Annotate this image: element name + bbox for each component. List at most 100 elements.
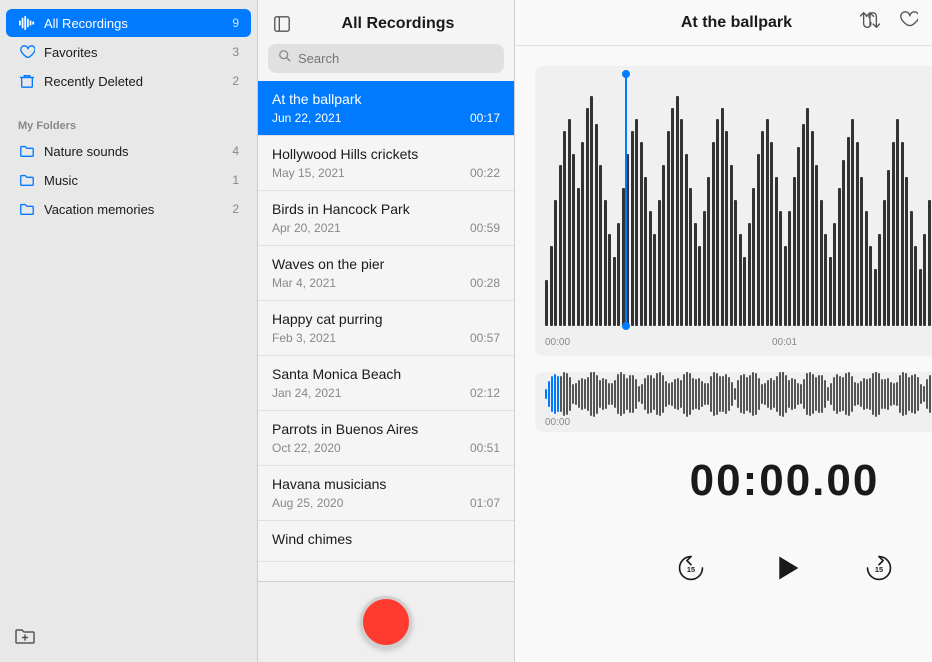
sidebar-item-badge: 3 xyxy=(223,45,239,59)
mini-waveform-bar xyxy=(689,373,691,416)
waveform-bar xyxy=(923,234,926,326)
mini-waveform-bar xyxy=(842,377,844,411)
waveform-bar xyxy=(842,160,845,326)
recording-item[interactable]: Happy cat purring Feb 3, 2021 00:57 xyxy=(258,301,514,356)
folder-icon xyxy=(18,200,36,218)
skip-forward-button[interactable]: 15 xyxy=(859,548,899,588)
sidebar-item-recently-deleted[interactable]: Recently Deleted 2 xyxy=(6,67,251,95)
waveform-bar xyxy=(644,177,647,327)
search-bar[interactable] xyxy=(268,44,504,73)
mini-waveform-bar xyxy=(671,382,673,405)
search-icon xyxy=(278,49,292,68)
mini-waveform-bar xyxy=(647,375,649,414)
waveform-bar xyxy=(748,223,751,327)
waveform-bar xyxy=(590,96,593,326)
mini-waveform-bar xyxy=(608,383,610,405)
mini-waveform-bar xyxy=(716,373,718,416)
waveform-bar xyxy=(797,147,800,326)
waveform-bar xyxy=(617,223,620,327)
mini-waveform-bar xyxy=(725,374,727,413)
recording-item[interactable]: Waves on the pier Mar 4, 2021 00:28 xyxy=(258,246,514,301)
waveform-bar xyxy=(572,154,575,327)
recording-date: Jun 22, 2021 xyxy=(272,111,341,125)
recording-item[interactable]: Havana musicians Aug 25, 2020 01:07 xyxy=(258,466,514,521)
mini-waveform-bar xyxy=(791,378,793,410)
mini-waveform-bar xyxy=(593,372,595,417)
waveform-bar xyxy=(694,223,697,327)
mini-waveform-bar xyxy=(656,373,658,415)
mini-waveform-bar xyxy=(836,374,838,413)
mini-waveform[interactable]: 00:00 00:17 xyxy=(535,372,932,432)
mini-waveform-bar xyxy=(887,378,889,409)
waveform-bar xyxy=(820,200,823,327)
record-button[interactable] xyxy=(360,596,412,648)
recording-item[interactable]: At the ballpark Jun 22, 2021 00:17 xyxy=(258,81,514,136)
mini-waveform-bar xyxy=(734,388,736,401)
mini-waveform-bar xyxy=(884,379,886,410)
recording-date: Feb 3, 2021 xyxy=(272,331,336,345)
sidebar-item-music[interactable]: Music 1 xyxy=(6,166,251,194)
sidebar-item-label: Nature sounds xyxy=(44,144,223,159)
mini-waveform-bar xyxy=(674,379,676,410)
mini-waveform-bar xyxy=(875,372,877,417)
mini-waveform-bar xyxy=(644,378,646,411)
favorite-icon[interactable] xyxy=(898,10,918,35)
mini-waveform-bar xyxy=(590,372,592,416)
play-button[interactable] xyxy=(759,542,811,594)
header-actions: Edit xyxy=(860,10,932,35)
mini-waveform-bar xyxy=(677,378,679,409)
waveform-bar xyxy=(784,246,787,327)
waveform-bar xyxy=(581,142,584,326)
recording-item[interactable]: Wind chimes xyxy=(258,521,514,562)
mini-waveform-bar xyxy=(926,379,928,409)
recording-item[interactable]: Birds in Hancock Park Apr 20, 2021 00:59 xyxy=(258,191,514,246)
sidebar-item-favorites[interactable]: Favorites 3 xyxy=(6,38,251,66)
recording-meta: Jun 22, 2021 00:17 xyxy=(272,111,500,125)
sidebar-footer xyxy=(0,615,257,662)
waveform-bar xyxy=(689,188,692,326)
skip-back-button[interactable]: 15 xyxy=(671,548,711,588)
mini-waveform-bar xyxy=(740,375,742,412)
right-panel: At the ballpark xyxy=(515,0,932,662)
mini-waveform-bar xyxy=(794,379,796,408)
main-waveform[interactable]: 00:00 00:01 00:02 xyxy=(535,66,932,356)
recording-item[interactable]: Hollywood Hills crickets May 15, 2021 00… xyxy=(258,136,514,191)
waveform-bar xyxy=(662,165,665,326)
mini-waveform-bar xyxy=(863,378,865,409)
sidebar-item-all-recordings[interactable]: All Recordings 9 xyxy=(6,9,251,37)
mini-waveform-bar xyxy=(779,372,781,416)
sidebar-item-badge: 1 xyxy=(223,173,239,187)
sidebar-item-label: Vacation memories xyxy=(44,202,223,217)
waveform-bar xyxy=(847,137,850,326)
recording-meta: Oct 22, 2020 00:51 xyxy=(272,441,500,455)
mini-waveform-bar xyxy=(626,378,628,410)
mini-waveform-bar xyxy=(692,378,694,410)
sidebar-toggle-button[interactable] xyxy=(270,12,294,36)
waveform-bar xyxy=(716,119,719,326)
share-icon[interactable] xyxy=(860,10,880,35)
new-folder-icon[interactable] xyxy=(14,625,36,652)
mini-waveform-bar xyxy=(830,383,832,405)
mini-waveform-bar xyxy=(599,380,601,407)
mini-waveform-bar xyxy=(572,384,574,404)
mini-waveform-bar xyxy=(653,378,655,411)
waveform-bar xyxy=(896,119,899,326)
recording-meta: Mar 4, 2021 00:28 xyxy=(272,276,500,290)
sidebar-item-nature-sounds[interactable]: Nature sounds 4 xyxy=(6,137,251,165)
mini-timeline: 00:00 00:17 xyxy=(545,417,932,428)
recording-item[interactable]: Parrots in Buenos Aires Oct 22, 2020 00:… xyxy=(258,411,514,466)
waveform-bar xyxy=(599,165,602,326)
recording-item[interactable]: Santa Monica Beach Jan 24, 2021 02:12 xyxy=(258,356,514,411)
mini-waveform-bar xyxy=(545,389,547,399)
mini-waveform-bar xyxy=(818,375,820,414)
mini-waveform-bar xyxy=(917,377,919,410)
mini-waveform-bar xyxy=(563,372,565,416)
search-input[interactable] xyxy=(298,51,494,66)
mini-waveform-bar xyxy=(851,376,853,413)
mini-waveform-bar xyxy=(797,383,799,405)
sidebar-item-vacation-memories[interactable]: Vacation memories 2 xyxy=(6,195,251,223)
waveform-bar xyxy=(869,246,872,327)
waveform-bar xyxy=(757,154,760,327)
mini-waveform-bar xyxy=(806,373,808,414)
folder-icon xyxy=(18,171,36,189)
